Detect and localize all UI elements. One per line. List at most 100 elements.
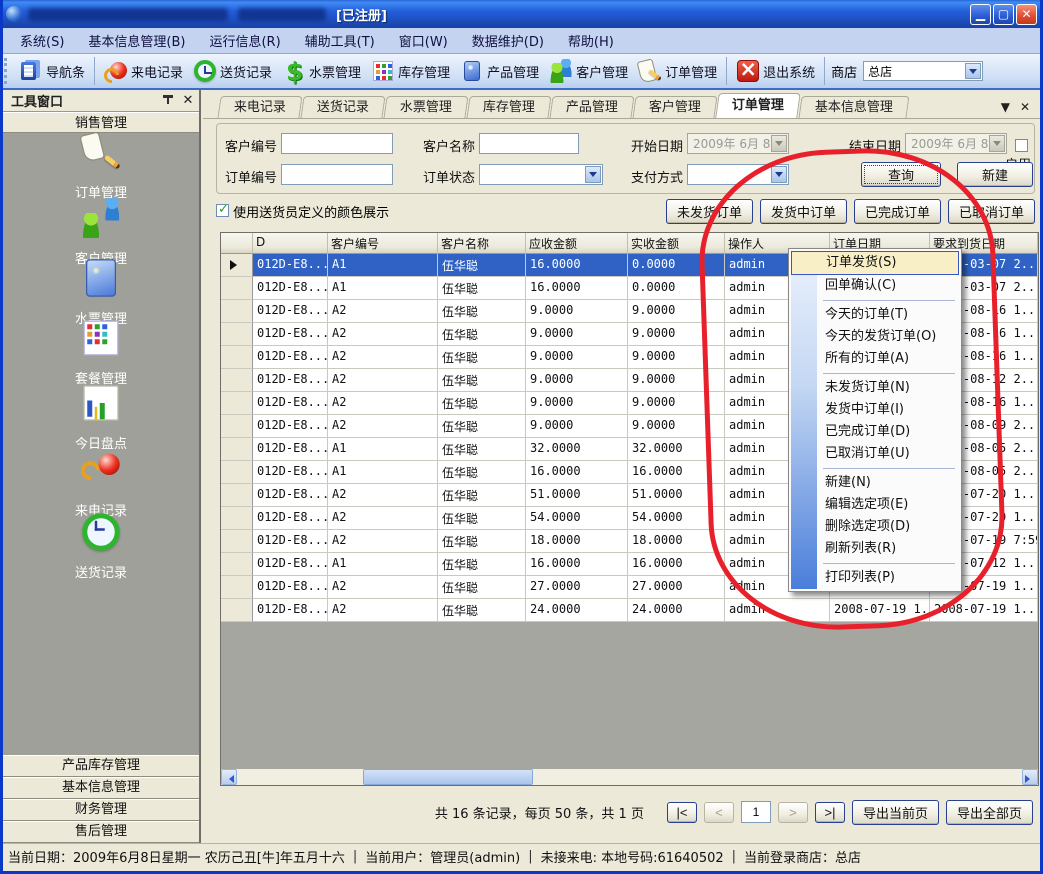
horizontal-scrollbar[interactable] <box>221 769 1038 785</box>
minimize-button[interactable]: ▁ <box>970 4 991 25</box>
table-row[interactable]: 012D-E8...A2伍华聪24.000024.0000admin2008-0… <box>221 599 1038 622</box>
export-current-page-button[interactable]: 导出当前页 <box>852 800 939 825</box>
chevron-down-icon[interactable] <box>771 166 787 183</box>
close-icon[interactable]: ✕ <box>181 94 195 108</box>
next-page-button[interactable]: > <box>778 802 808 823</box>
status-filter-button[interactable]: 发货中订单 <box>760 199 847 224</box>
sidebar-item-1[interactable]: 订单管理 <box>3 140 199 201</box>
status-filter-button[interactable]: 未发货订单 <box>666 199 753 224</box>
tab-送货记录[interactable]: 送货记录 <box>300 96 385 118</box>
color-checkbox[interactable] <box>216 204 233 219</box>
tool-window-sidebar: 工具窗口 ✕ 销售管理 订单管理客户管理水票管理套餐管理今日盘点来电记录送货记录… <box>3 90 201 843</box>
tab-来电记录[interactable]: 来电记录 <box>217 96 302 118</box>
context-menu-item[interactable]: 今天的订单(T) <box>791 304 959 326</box>
pay-method-select[interactable] <box>687 164 789 185</box>
tab-库存管理[interactable]: 库存管理 <box>467 96 552 118</box>
prev-page-button[interactable]: < <box>704 802 734 823</box>
customer-no-input[interactable] <box>281 133 393 154</box>
export-all-pages-button[interactable]: 导出全部页 <box>946 800 1033 825</box>
new-button[interactable]: 新建 <box>957 162 1033 187</box>
sidebar-item-7[interactable]: 送货记录 <box>3 520 199 581</box>
tab-close-icon[interactable]: ✕ <box>1020 100 1030 114</box>
status-filter-button[interactable]: 已取消订单 <box>948 199 1035 224</box>
context-menu-item[interactable]: 回单确认(C) <box>791 275 959 297</box>
end-date-picker[interactable]: 2009年 6月 8日 <box>905 133 1007 154</box>
tab-客户管理[interactable]: 客户管理 <box>633 96 718 118</box>
query-button[interactable]: 查询 <box>861 162 941 187</box>
context-menu-item[interactable]: 已完成订单(D) <box>791 421 959 443</box>
chevron-down-icon[interactable] <box>989 135 1005 152</box>
context-menu-item[interactable]: 刷新列表(R) <box>791 538 959 560</box>
table-cell: 012D-E8... <box>253 415 328 438</box>
grid-column-header[interactable]: 客户名称 <box>438 233 526 254</box>
context-menu-item[interactable]: 今天的发货订单(O) <box>791 326 959 348</box>
order-status-select[interactable] <box>479 164 603 185</box>
grid-column-header[interactable]: D <box>253 233 328 254</box>
maximize-button[interactable]: ▢ <box>993 4 1014 25</box>
sidebar-item-4[interactable]: 套餐管理 <box>3 326 199 387</box>
table-cell: 9.0000 <box>628 346 725 369</box>
sidebar-section[interactable]: 财务管理 <box>3 799 199 821</box>
menu-item[interactable]: 窗口(W) <box>387 28 460 53</box>
context-menu-item[interactable]: 未发货订单(N) <box>791 377 959 399</box>
last-page-button[interactable]: >| <box>815 802 845 823</box>
grid-column-header[interactable] <box>221 233 253 254</box>
toolbar-button[interactable]: 订单管理 <box>633 57 722 85</box>
toolbar-button[interactable]: 库存管理 <box>366 57 455 85</box>
chevron-down-icon[interactable] <box>771 135 787 152</box>
context-menu-item[interactable]: 所有的订单(A) <box>791 348 959 370</box>
menu-item[interactable]: 辅助工具(T) <box>293 28 387 53</box>
sidebar-section-sales[interactable]: 销售管理 <box>3 112 199 133</box>
grid-column-header[interactable]: 实收金额 <box>628 233 725 254</box>
tab-产品管理[interactable]: 产品管理 <box>550 96 635 118</box>
context-menu-item[interactable]: 已取消订单(U) <box>791 443 959 465</box>
toolbar-button[interactable]: 产品管理 <box>455 57 544 85</box>
sidebar-item-6[interactable]: 来电记录 <box>3 458 199 519</box>
order-no-input[interactable] <box>281 164 393 185</box>
menu-item[interactable]: 数据维护(D) <box>460 28 556 53</box>
enable-checkbox[interactable] <box>1015 135 1028 154</box>
menu-item[interactable]: 运行信息(R) <box>197 28 292 53</box>
first-page-button[interactable]: |< <box>667 802 697 823</box>
menu-item[interactable]: 系统(S) <box>8 28 76 53</box>
context-menu-item[interactable]: 发货中订单(I) <box>791 399 959 421</box>
tab-订单管理[interactable]: 订单管理 <box>715 93 801 118</box>
toolbar-button[interactable]: 导航条 <box>14 57 90 85</box>
toolbar-button[interactable]: 退出系统 <box>731 57 820 85</box>
toolbar-button[interactable]: 水票管理 <box>277 57 366 85</box>
chevron-down-icon[interactable] <box>585 166 601 183</box>
status-filter-button[interactable]: 已完成订单 <box>854 199 941 224</box>
toolbar-button[interactable]: 送货记录 <box>188 57 277 85</box>
grid-column-header[interactable]: 应收金额 <box>526 233 628 254</box>
table-cell: 54.0000 <box>526 507 628 530</box>
scroll-left-icon[interactable] <box>221 769 237 785</box>
toolbar-grip[interactable] <box>4 58 10 84</box>
customer-name-input[interactable] <box>479 133 579 154</box>
context-menu-item[interactable]: 打印列表(P) <box>791 567 959 589</box>
table-cell: 16.0000 <box>526 254 628 277</box>
context-menu-item[interactable]: 删除选定项(D) <box>791 516 959 538</box>
scrollbar-thumb[interactable] <box>363 769 533 785</box>
scroll-right-icon[interactable] <box>1022 769 1038 785</box>
context-menu-item[interactable]: 编辑选定项(E) <box>791 494 959 516</box>
toolbar-button[interactable]: 客户管理 <box>544 57 633 85</box>
sidebar-section[interactable]: 产品库存管理 <box>3 755 199 777</box>
sidebar-section[interactable]: 基本信息管理 <box>3 777 199 799</box>
grid-column-header[interactable]: 客户编号 <box>328 233 438 254</box>
context-menu-item[interactable]: 订单发货(S) <box>791 251 959 275</box>
context-menu-item[interactable]: 新建(N) <box>791 472 959 494</box>
page-number-input[interactable] <box>741 801 771 823</box>
shop-select[interactable]: 总店 <box>863 61 983 81</box>
tab-list-dropdown-icon[interactable]: ▼ <box>1001 100 1010 114</box>
chevron-down-icon[interactable] <box>965 63 981 79</box>
pin-icon[interactable] <box>161 94 175 108</box>
sidebar-section[interactable]: 售后管理 <box>3 821 199 843</box>
start-date-picker[interactable]: 2009年 6月 8日 <box>687 133 789 154</box>
tab-基本信息管理[interactable]: 基本信息管理 <box>799 96 910 118</box>
close-button[interactable]: ✕ <box>1016 4 1037 25</box>
sidebar-item-5[interactable]: 今日盘点 <box>3 391 199 452</box>
tab-水票管理[interactable]: 水票管理 <box>383 96 468 118</box>
menu-item[interactable]: 帮助(H) <box>556 28 626 53</box>
toolbar-button[interactable]: 来电记录 <box>99 57 188 85</box>
menu-item[interactable]: 基本信息管理(B) <box>76 28 197 53</box>
